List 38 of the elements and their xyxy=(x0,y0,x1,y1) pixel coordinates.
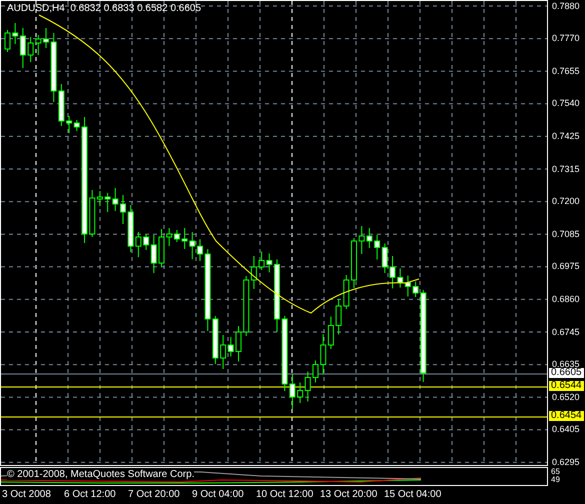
candle xyxy=(120,194,126,224)
price-axis-label: 0.6295 xyxy=(552,458,580,467)
indicator-scale-label: 49 xyxy=(551,476,560,484)
time-axis-label: 15 Oct 04:00 xyxy=(384,489,442,500)
candle xyxy=(4,30,10,52)
price-axis-label: 0.6405 xyxy=(552,425,580,434)
candle xyxy=(351,238,357,288)
time-axis-label: 9 Oct 04:00 xyxy=(192,489,244,500)
price-axis-label: 0.7655 xyxy=(552,66,580,76)
candle xyxy=(197,238,203,262)
indicator-label: © 2001-2008, MetaQuotes Software Corp. xyxy=(7,469,194,480)
price-axis-label: 0.7315 xyxy=(552,164,580,174)
time-axis-label: 6 Oct 12:00 xyxy=(64,489,116,500)
price-badge: 0.6605 xyxy=(549,368,584,378)
price-axis-label: 0.6860 xyxy=(552,294,580,304)
price-badge: 0.6544 xyxy=(549,381,584,391)
indicator-scale-label: 65 xyxy=(551,468,560,476)
candle xyxy=(158,228,164,268)
price-axis-label: 0.7085 xyxy=(552,230,580,239)
price-badge: 0.6454 xyxy=(549,411,584,421)
candle xyxy=(236,326,242,362)
symbol-header: AUDUSD,H4 0.6832 0.6833 0.6582 0.6605 xyxy=(7,3,202,14)
price-axis-label: 0.7770 xyxy=(552,34,580,44)
time-axis-label: 7 Oct 20:00 xyxy=(128,489,180,500)
price-axis-label: 0.7540 xyxy=(552,99,580,108)
candle xyxy=(43,28,49,48)
time-axis-label: 13 Oct 20:00 xyxy=(320,489,378,500)
time-axis-label: 10 Oct 12:00 xyxy=(256,489,314,500)
candle xyxy=(312,360,318,383)
price-axis-label: 0.7880 xyxy=(552,2,580,10)
price-axis-label: 0.7200 xyxy=(552,197,580,206)
time-axis-label: 3 Oct 2008 xyxy=(2,489,51,500)
price-axis-label: 0.6635 xyxy=(552,360,580,370)
candle xyxy=(390,256,396,289)
price-axis-label: 0.6975 xyxy=(552,262,580,272)
price-axis-label: 0.6520 xyxy=(552,392,580,402)
price-axis-label: 0.7425 xyxy=(552,132,580,141)
price-axis-label: 0.6745 xyxy=(552,328,580,336)
